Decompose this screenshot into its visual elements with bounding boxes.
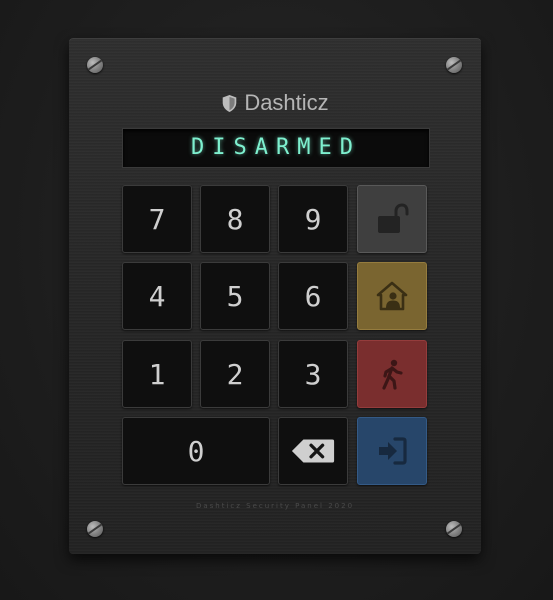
screw-bottom-right — [446, 521, 462, 537]
key-6[interactable]: 6 — [278, 262, 348, 330]
arm-away-button[interactable] — [357, 340, 427, 408]
walking-person-icon — [382, 359, 403, 390]
home-person-icon — [376, 281, 408, 311]
key-5[interactable]: 5 — [200, 262, 270, 330]
backspace-icon — [291, 439, 335, 463]
enter-button[interactable] — [357, 417, 427, 485]
status-display: DISARMED — [122, 128, 430, 168]
key-9[interactable]: 9 — [278, 185, 348, 253]
key-2[interactable]: 2 — [200, 340, 270, 408]
screw-top-left — [87, 57, 103, 73]
sign-in-icon — [379, 437, 407, 465]
shield-icon — [223, 94, 237, 112]
key-8[interactable]: 8 — [200, 185, 270, 253]
screw-top-right — [446, 57, 462, 73]
backspace-button[interactable] — [278, 417, 348, 485]
security-panel: Dashticz DISARMED 7 8 9 4 5 6 1 2 3 0 Da… — [69, 38, 481, 554]
disarm-button[interactable] — [357, 185, 427, 253]
screw-bottom-left — [87, 521, 103, 537]
arm-home-button[interactable] — [357, 262, 427, 330]
footer-text: Dashticz Security Panel 2020 — [195, 502, 355, 510]
key-3[interactable]: 3 — [278, 340, 348, 408]
brand-name: Dashticz — [244, 90, 329, 115]
key-0[interactable]: 0 — [122, 417, 270, 485]
key-1[interactable]: 1 — [122, 340, 192, 408]
unlock-icon — [378, 203, 409, 233]
key-7[interactable]: 7 — [122, 185, 192, 253]
brand-header: Dashticz — [69, 90, 481, 116]
key-4[interactable]: 4 — [122, 262, 192, 330]
